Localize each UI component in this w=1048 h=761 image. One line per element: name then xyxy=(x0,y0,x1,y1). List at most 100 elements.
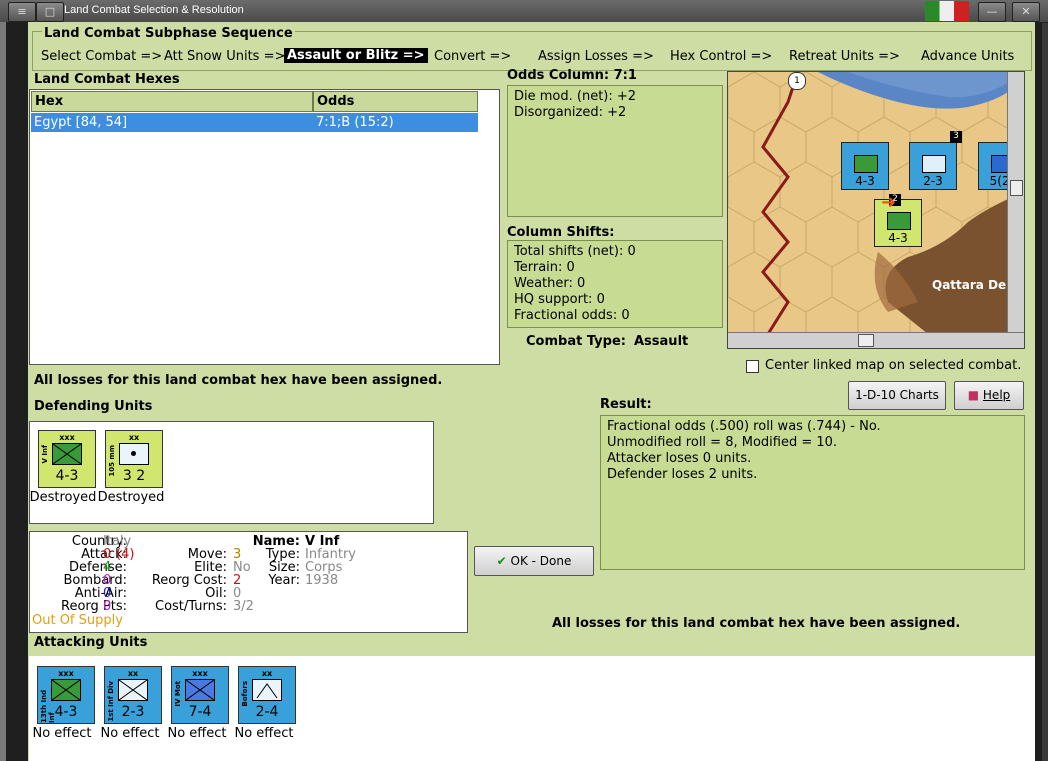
unit-size-label: xxx xyxy=(58,669,74,678)
year-label: Year: xyxy=(268,573,300,588)
combat-type-value: Assault xyxy=(634,334,689,349)
hexes-title: Land Combat Hexes xyxy=(34,72,180,87)
infantry-symbol-icon xyxy=(118,679,148,701)
attacking-title: Attacking Units xyxy=(34,635,148,650)
defending-counter-artillery[interactable]: xx 105 mm 3 2 xyxy=(105,430,163,488)
table-row[interactable]: Egypt [84, 54] 7:1;B (15:2) xyxy=(31,113,478,132)
cost-turns-value: 3/2 xyxy=(233,599,254,614)
cost-turns-label: Cost/Turns: xyxy=(155,599,227,614)
horizontal-scroll-thumb[interactable] xyxy=(858,334,874,347)
antiair-symbol-icon xyxy=(252,679,282,701)
result-title: Result: xyxy=(600,397,652,412)
help-button[interactable]: ■ Help xyxy=(954,381,1024,410)
odds-header-label: Odds xyxy=(317,94,355,109)
losses-message-top: All losses for this land combat hex have… xyxy=(34,373,443,388)
subphase-step-1[interactable]: Select Combat => xyxy=(41,49,162,64)
subphase-step-6[interactable]: Hex Control => xyxy=(670,49,772,64)
subphase-step-4[interactable]: Convert => xyxy=(434,49,511,64)
defending-status: Destroyed xyxy=(29,490,97,505)
map-horizontal-scrollbar[interactable] xyxy=(728,332,1024,348)
hq-support-text: HQ support: 0 xyxy=(514,292,605,307)
reorg-pts-value: 0 xyxy=(103,599,112,614)
result-line: Unmodified roll = 8, Modified = 10. xyxy=(607,435,838,450)
subphase-step-3[interactable]: Assault or Blitz => xyxy=(284,48,428,63)
artillery-symbol-icon xyxy=(119,443,149,465)
unit-size-label: xx xyxy=(261,669,273,678)
infantry-symbol-icon xyxy=(922,155,946,173)
unit-size-label: xx xyxy=(128,433,140,442)
turn-marker-icon: 1 xyxy=(788,72,806,90)
system-menu-button[interactable]: ≡ xyxy=(8,2,36,22)
shifts-panel: Total shifts (net): 0 Terrain: 0 Weather… xyxy=(507,240,723,328)
unit-value: 2-4 xyxy=(255,704,279,720)
minimize-button[interactable]: — xyxy=(978,2,1006,22)
attacking-counter-13th[interactable]: xxx 13th Ind Inf 4-3 xyxy=(37,666,95,724)
ok-done-button[interactable]: ✔ OK - Done xyxy=(474,546,594,576)
result-line: Fractional odds (.500) roll was (.744) -… xyxy=(607,419,881,434)
unit-side-label: V Inf xyxy=(41,445,49,464)
attack-arrows-icon: ➜ xyxy=(881,192,897,213)
hex-header-label: Hex xyxy=(35,94,64,109)
map-counter-1st[interactable]: 2-3 3 xyxy=(909,131,962,190)
hex-cell: Egypt [84, 54] xyxy=(34,115,128,130)
unit-side-label: IV Mot xyxy=(174,681,182,707)
map-vertical-scrollbar[interactable] xyxy=(1007,72,1024,334)
attacking-status: No effect xyxy=(167,726,227,741)
attacking-counter-bofors[interactable]: xx Bofors 2-4 xyxy=(238,666,296,724)
infantry-symbol-icon xyxy=(887,212,911,230)
attacking-units-panel: xxx 13th Ind Inf 4-3 xx 1st Inf Div 2-3 … xyxy=(29,656,1035,761)
vertical-scroll-thumb[interactable] xyxy=(1010,180,1023,196)
attacking-status: No effect xyxy=(100,726,160,741)
infantry-symbol-icon xyxy=(51,679,81,701)
odds-cell: 7:1;B (15:2) xyxy=(316,115,394,130)
subphase-step-8[interactable]: Advance Units xyxy=(921,49,1014,64)
left-edge xyxy=(0,22,6,761)
fractional-odds-text: Fractional odds: 0 xyxy=(514,308,630,323)
charts-button[interactable]: 1-D-10 Charts xyxy=(848,381,946,410)
unit-value: 4-3 xyxy=(54,704,78,720)
unit-size-label: xx xyxy=(127,669,139,678)
defending-title: Defending Units xyxy=(34,399,153,414)
unit-side-label: Bofors xyxy=(241,681,249,707)
help-button-label: Help xyxy=(982,388,1011,402)
defending-status: Destroyed xyxy=(97,490,165,505)
map-counter-value: 4-3 xyxy=(888,231,908,245)
attacking-counter-1st[interactable]: xx 1st Inf Div 2-3 xyxy=(104,666,162,724)
odds-column-header[interactable]: Odds xyxy=(313,91,478,112)
title-bar[interactable]: ≡ □ Land Combat Selection & Resolution —… xyxy=(0,0,1048,23)
close-button[interactable]: ✕ xyxy=(1012,2,1040,22)
hex-column-header[interactable]: Hex xyxy=(31,91,313,112)
total-shifts-text: Total shifts (net): 0 xyxy=(514,244,636,259)
losses-message-bottom: All losses for this land combat hex have… xyxy=(552,616,961,631)
map-counter-value: 4-3 xyxy=(855,174,875,188)
unit-size-label: xxx xyxy=(59,433,75,442)
odds-panel: Die mod. (net): +2 Disorganized: +2 xyxy=(507,85,723,217)
attacking-counter-mot[interactable]: xxx IV Mot 7-4 xyxy=(171,666,229,724)
unit-value: 2-3 xyxy=(121,704,145,720)
subphase-step-5[interactable]: Assign Losses => xyxy=(538,49,654,64)
center-map-label: Center linked map on selected combat. xyxy=(765,358,1022,373)
reorg-pts-label: Reorg Pts: xyxy=(61,599,127,614)
map-counter-value: 2-3 xyxy=(923,174,943,188)
subphase-step-2[interactable]: Att Snow Units => xyxy=(164,49,285,64)
defending-counter-vinf[interactable]: xxx V Inf 4-3 xyxy=(38,430,96,488)
hexes-table: Hex Odds Egypt [84, 54] 7:1;B (15:2) xyxy=(29,89,500,365)
ok-done-label: OK - Done xyxy=(510,554,572,568)
checkmark-icon: ✔ xyxy=(496,554,507,568)
subphase-title: Land Combat Subphase Sequence xyxy=(42,26,295,41)
center-map-checkbox[interactable] xyxy=(746,360,759,373)
combat-type-label: Combat Type: xyxy=(526,334,626,349)
attacking-status: No effect xyxy=(234,726,294,741)
infantry-symbol-icon xyxy=(52,443,82,465)
result-line: Defender loses 2 units. xyxy=(607,467,758,482)
infantry-symbol-icon xyxy=(854,155,878,173)
attacking-status: No effect xyxy=(32,726,92,741)
subphase-step-7[interactable]: Retreat Units => xyxy=(789,49,900,64)
map-counter-vinf[interactable]: 4-3 2 ➜ xyxy=(874,192,922,247)
odds-column-title: Odds Column: 7:1 xyxy=(507,68,637,83)
result-panel: Fractional odds (.500) roll was (.744) -… xyxy=(600,415,1025,570)
linked-map[interactable]: 1 4-3 2-3 3 5(2) 4-3 2 ➜ Qattara Dep xyxy=(727,71,1025,349)
motorized-symbol-icon xyxy=(185,679,215,701)
restore-button[interactable]: □ xyxy=(36,2,64,22)
map-counter-13th[interactable]: 4-3 xyxy=(841,142,889,190)
